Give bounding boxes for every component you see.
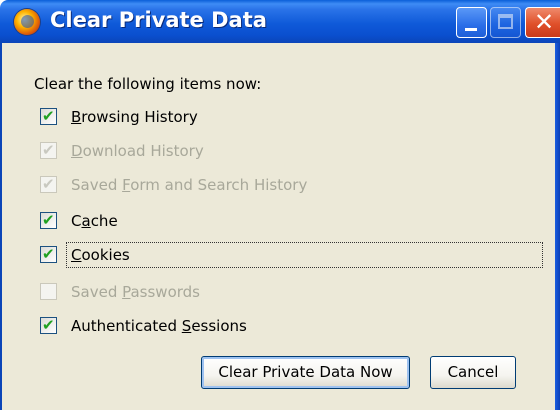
cache-label[interactable]: Cache bbox=[71, 210, 118, 232]
close-button[interactable]: ✕ bbox=[525, 7, 560, 38]
authenticated-sessions-checkbox[interactable]: ✔ bbox=[40, 316, 57, 334]
minimize-button[interactable] bbox=[456, 7, 487, 38]
authenticated-sessions-label[interactable]: Authenticated Sessions bbox=[71, 315, 247, 337]
window-frame-left bbox=[0, 43, 2, 410]
saved-passwords-checkbox bbox=[40, 283, 57, 300]
checkmark-icon: ✔ bbox=[42, 107, 55, 125]
maximize-icon bbox=[498, 14, 513, 29]
focus-rectangle bbox=[66, 242, 543, 268]
checkmark-icon: ✔ bbox=[42, 141, 55, 159]
intro-text: Clear the following items now: bbox=[34, 75, 262, 93]
cookies-label[interactable]: Cookies bbox=[71, 244, 130, 266]
cookies-checkbox[interactable]: ✔ bbox=[40, 245, 57, 263]
maximize-button bbox=[490, 7, 521, 38]
firefox-icon[interactable] bbox=[14, 9, 40, 35]
cache-checkbox[interactable]: ✔ bbox=[40, 211, 57, 229]
checkmark-icon: ✔ bbox=[42, 211, 55, 229]
browsing-history-checkbox[interactable]: ✔ bbox=[40, 107, 57, 125]
cancel-button[interactable]: Cancel bbox=[430, 356, 516, 389]
checkmark-icon: ✔ bbox=[42, 316, 55, 334]
minimize-icon bbox=[465, 28, 477, 31]
window-title: Clear Private Data bbox=[50, 8, 267, 32]
saved-form-history-label: Saved Form and Search History bbox=[71, 176, 308, 194]
clear-private-data-window: Clear Private Data ✕ Clear the following… bbox=[0, 0, 560, 410]
window-frame-right bbox=[555, 43, 560, 410]
close-icon: ✕ bbox=[533, 8, 555, 36]
download-history-checkbox: ✔ bbox=[40, 141, 57, 159]
title-bar[interactable]: Clear Private Data ✕ bbox=[0, 0, 560, 43]
clear-private-data-now-button[interactable]: Clear Private Data Now bbox=[201, 356, 410, 389]
download-history-label: Download History bbox=[71, 142, 204, 160]
saved-passwords-label: Saved Passwords bbox=[71, 283, 200, 301]
checkmark-icon: ✔ bbox=[42, 175, 55, 193]
saved-form-history-checkbox: ✔ bbox=[40, 175, 57, 193]
browsing-history-label[interactable]: Browsing History bbox=[71, 106, 198, 128]
checkmark-icon: ✔ bbox=[42, 245, 55, 263]
